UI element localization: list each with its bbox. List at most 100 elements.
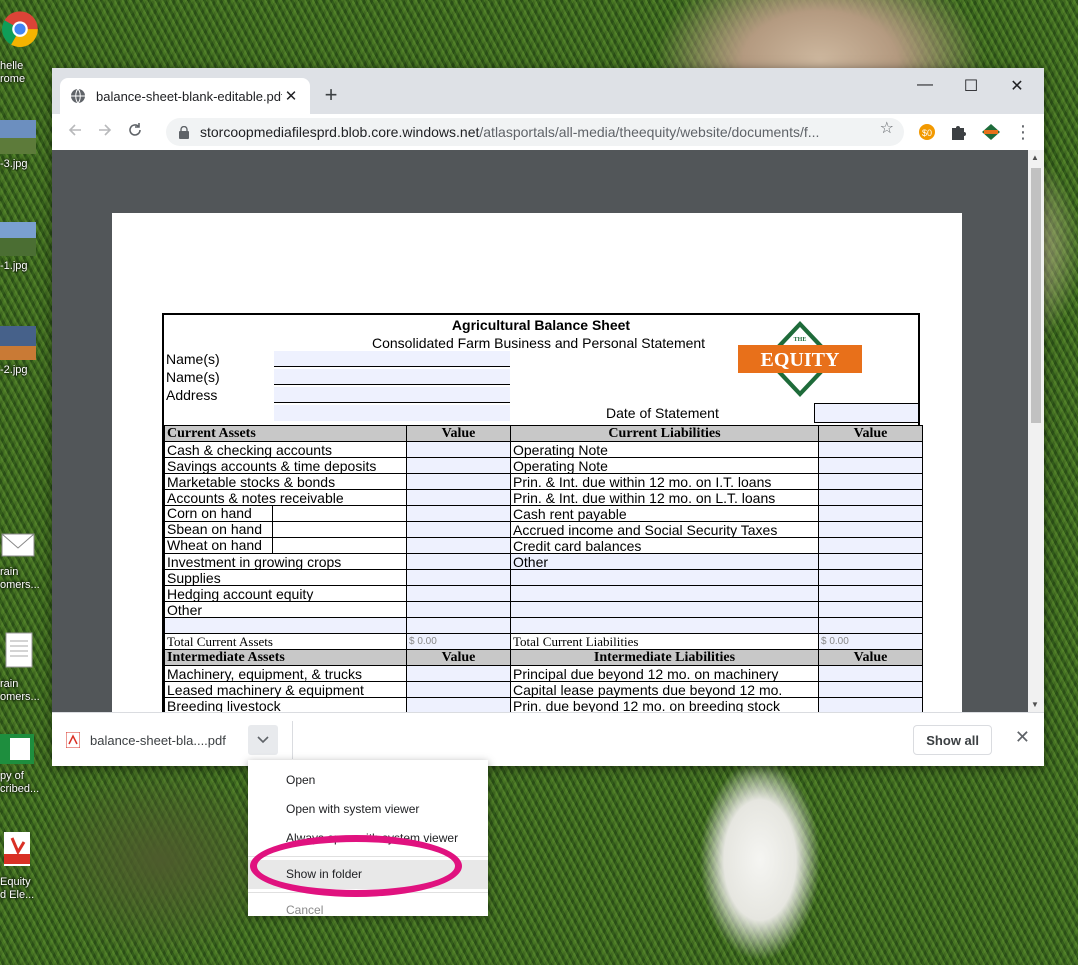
desktop-icon-document[interactable]: rain omers... — [0, 626, 46, 704]
liability-value-field[interactable] — [818, 617, 923, 634]
table-row — [164, 617, 923, 634]
asset-label-text: Wheat on hand — [166, 538, 273, 553]
liability-label — [510, 601, 819, 618]
asset-detail-field[interactable] — [273, 523, 406, 537]
reload-icon — [129, 122, 141, 136]
vertical-scrollbar[interactable]: ▲ ▼ — [1028, 150, 1044, 712]
equity-extension-icon[interactable] — [980, 122, 1002, 142]
asset-detail-field[interactable] — [273, 507, 406, 521]
table-row: Investment in growing crops Other — [164, 553, 923, 570]
asset-value-field[interactable] — [406, 585, 511, 602]
show-all-button[interactable]: Show all — [913, 725, 992, 755]
minimize-button[interactable]: — — [902, 76, 948, 94]
address-field-2[interactable] — [274, 405, 510, 421]
asset-value-field[interactable] — [406, 521, 511, 538]
logo-text: EQUITY — [761, 349, 840, 371]
tab-close-icon[interactable]: ✕ — [282, 87, 300, 105]
new-tab-button[interactable]: + — [318, 82, 344, 108]
asset-label: Sbean on hand — [164, 521, 407, 538]
reload-button[interactable] — [120, 122, 150, 143]
address-bar[interactable]: storcoopmediafilesprd.blob.core.windows.… — [166, 118, 904, 146]
address-field[interactable] — [274, 387, 510, 403]
asset-label: Investment in growing crops — [164, 553, 407, 570]
liability-label: Capital lease payments due beyond 12 mo. — [510, 681, 819, 698]
address-label: Address — [166, 387, 218, 403]
asset-value-field[interactable] — [406, 617, 511, 634]
maximize-button[interactable]: ☐ — [948, 76, 994, 96]
table-row: Accounts & notes receivable Prin. & Int. … — [164, 489, 923, 506]
liability-value-field[interactable] — [818, 505, 923, 522]
balance-table: Current Assets Value Current Liabilities Va… — [164, 425, 923, 712]
date-label: Date of Statement — [606, 405, 719, 421]
liability-value-field[interactable] — [818, 585, 923, 602]
liability-value-field[interactable] — [818, 553, 923, 570]
asset-value-field[interactable] — [406, 489, 511, 506]
date-field[interactable] — [814, 403, 918, 423]
liability-value-field[interactable] — [818, 441, 923, 458]
download-shelf: balance-sheet-bla....pdf Show all ✕ — [52, 712, 1044, 766]
table-row: Supplies — [164, 569, 923, 586]
total-row: Total Current Assets $ 0.00 Total Current … — [164, 633, 923, 650]
desktop-icon-email[interactable]: rain omers... — [0, 528, 46, 592]
menu-item-cancel[interactable]: Cancel — [248, 896, 488, 925]
liability-value-field[interactable] — [818, 489, 923, 506]
asset-value-field[interactable] — [406, 473, 511, 490]
desktop-icon-photo[interactable]: -2.jpg — [0, 326, 46, 377]
desktop-icon-chrome[interactable]: helle rome — [0, 0, 46, 86]
menu-item-open-system-viewer[interactable]: Open with system viewer — [248, 795, 488, 824]
back-button[interactable] — [60, 122, 90, 143]
asset-value-field[interactable] — [406, 601, 511, 618]
asset-value-field[interactable] — [406, 569, 511, 586]
browser-tab[interactable]: balance-sheet-blank-editable.pdf ✕ — [60, 78, 310, 114]
browser-menu-button[interactable]: ⋮ — [1008, 122, 1038, 143]
liability-value-field[interactable] — [818, 665, 923, 682]
scroll-up-icon[interactable]: ▲ — [1031, 153, 1039, 162]
desktop-icon-pdf[interactable]: Equity d Ele... — [0, 826, 46, 902]
asset-value-field[interactable] — [406, 681, 511, 698]
close-shelf-icon[interactable]: ✕ — [1015, 727, 1030, 748]
liability-label: Other — [510, 553, 819, 570]
desktop-icon-photo[interactable]: -3.jpg — [0, 120, 46, 171]
liability-label: Operating Note — [510, 457, 819, 474]
liability-value-field[interactable] — [818, 569, 923, 586]
name-field[interactable] — [274, 369, 510, 385]
desktop-icon-label: helle rome — [0, 60, 26, 85]
desktop-icon-photo[interactable]: -1.jpg — [0, 222, 46, 273]
asset-value-field[interactable] — [406, 537, 511, 554]
menu-item-show-in-folder[interactable]: Show in folder — [248, 860, 488, 889]
url-host: storcoopmediafilesprd.blob.core.windows.… — [200, 124, 480, 140]
liability-value-field[interactable] — [818, 681, 923, 698]
menu-separator — [248, 856, 488, 857]
desktop-icon-spreadsheet[interactable]: py of cribed... — [0, 732, 46, 796]
menu-item-always-open[interactable]: Always open with system viewer — [248, 824, 488, 853]
asset-value-field[interactable] — [406, 553, 511, 570]
asset-value-field[interactable] — [406, 441, 511, 458]
extension-orange-icon[interactable]: $0 — [916, 122, 938, 142]
liability-value-field[interactable] — [818, 473, 923, 490]
asset-value-field[interactable] — [406, 505, 511, 522]
asset-label: Cash & checking accounts — [164, 441, 407, 458]
bookmark-star-icon[interactable]: ☆ — [880, 118, 894, 138]
liability-value-field[interactable] — [818, 697, 923, 712]
asset-detail-field[interactable] — [273, 539, 406, 553]
total-liabilities-value: $ 0.00 — [818, 633, 923, 650]
scroll-thumb[interactable] — [1031, 168, 1041, 423]
close-window-button[interactable]: ✕ — [994, 76, 1040, 96]
liability-value-field[interactable] — [818, 521, 923, 538]
download-item[interactable]: balance-sheet-bla....pdf — [62, 723, 226, 757]
name-field[interactable] — [274, 351, 510, 367]
value-header: Value — [406, 425, 511, 442]
forward-button[interactable] — [90, 122, 120, 143]
download-options-button[interactable] — [248, 725, 278, 755]
liability-value-field[interactable] — [818, 601, 923, 618]
image-thumbnail-icon — [0, 326, 36, 360]
liability-value-field[interactable] — [818, 457, 923, 474]
menu-item-open[interactable]: Open — [248, 766, 488, 795]
asset-value-field[interactable] — [406, 665, 511, 682]
asset-value-field[interactable] — [406, 697, 511, 712]
scroll-down-icon[interactable]: ▼ — [1031, 700, 1039, 709]
asset-label-text: Sbean on hand — [166, 522, 273, 537]
puzzle-extensions-icon[interactable] — [948, 122, 970, 142]
liability-value-field[interactable] — [818, 537, 923, 554]
asset-value-field[interactable] — [406, 457, 511, 474]
